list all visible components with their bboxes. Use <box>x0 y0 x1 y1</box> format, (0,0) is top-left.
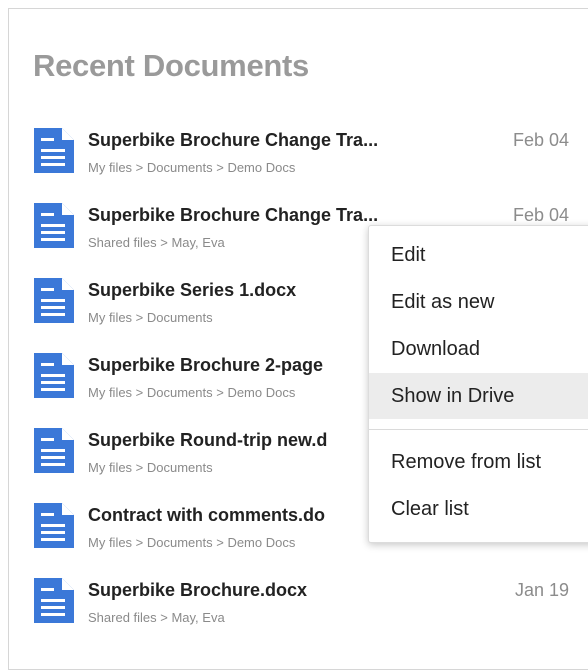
document-icon <box>34 203 74 248</box>
menu-item-edit-as-new[interactable]: Edit as new <box>369 279 588 325</box>
document-date: Feb 04 <box>512 130 569 150</box>
document-row[interactable]: Superbike Brochure Change Tra... My file… <box>0 120 588 195</box>
menu-divider <box>369 429 588 430</box>
document-name: Superbike Brochure.docx <box>88 580 308 600</box>
document-icon <box>34 353 74 398</box>
document-icon <box>34 503 74 548</box>
panel-title: Recent Documents <box>33 48 309 83</box>
context-menu: Edit Edit as new Download Show in Drive … <box>368 225 588 543</box>
document-row[interactable]: Superbike Brochure.docx Shared files > M… <box>0 570 588 645</box>
document-date: Feb 04 <box>512 205 569 225</box>
menu-item-remove-from-list[interactable]: Remove from list <box>369 439 588 485</box>
document-path: My files > Documents <box>88 310 213 325</box>
menu-item-show-in-drive[interactable]: Show in Drive <box>369 373 588 419</box>
document-path: My files > Documents > Demo Docs <box>88 160 296 175</box>
document-path: My files > Documents <box>88 460 213 475</box>
document-path: My files > Documents > Demo Docs <box>88 535 296 550</box>
document-icon <box>34 128 74 173</box>
menu-item-clear-list[interactable]: Clear list <box>369 486 588 532</box>
document-icon <box>34 428 74 473</box>
document-name: Superbike Brochure Change Tra... <box>88 130 379 150</box>
document-name: Superbike Brochure 2-page <box>88 355 324 375</box>
document-name: Superbike Round-trip new.d <box>88 430 328 450</box>
document-icon <box>34 578 74 623</box>
document-path: Shared files > May, Eva <box>88 610 225 625</box>
document-path: My files > Documents > Demo Docs <box>88 385 296 400</box>
document-name: Superbike Brochure Change Tra... <box>88 205 379 225</box>
document-name: Superbike Series 1.docx <box>88 280 297 300</box>
document-name: Contract with comments.do <box>88 505 326 525</box>
document-icon <box>34 278 74 323</box>
menu-item-edit[interactable]: Edit <box>369 232 588 278</box>
document-date: Jan 19 <box>514 580 569 600</box>
document-path: Shared files > May, Eva <box>88 235 225 250</box>
menu-item-download[interactable]: Download <box>369 326 588 372</box>
